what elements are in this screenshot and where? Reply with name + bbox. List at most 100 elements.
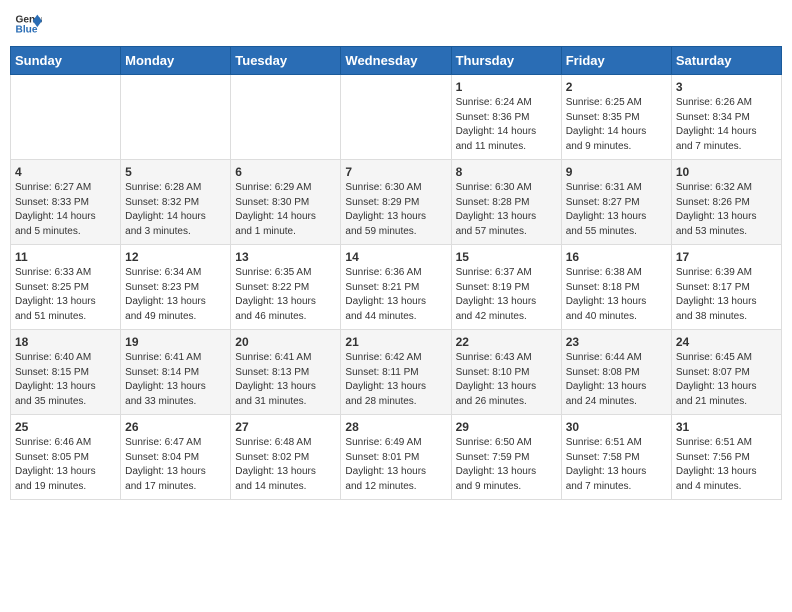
day-number: 3 (676, 80, 777, 94)
calendar-cell: 21 Sunrise: 6:42 AM Sunset: 8:11 PM Dayli… (341, 330, 451, 415)
day-number: 31 (676, 420, 777, 434)
day-info: Sunrise: 6:46 AM Sunset: 8:05 PM Dayligh… (15, 436, 116, 494)
calendar-cell: 28Sunrise: 6:49 AM Sunset: 8:01 PM Dayli… (341, 415, 451, 500)
day-number: 11 (15, 250, 116, 264)
calendar-cell: 24Sunrise: 6:45 AM Sunset: 8:07 PM Dayli… (671, 330, 781, 415)
day-number: 2 (566, 80, 667, 94)
calendar-cell: 4 Sunrise: 6:27 AM Sunset: 8:33 PM Daylig… (11, 160, 121, 245)
calendar-week-2: 4 Sunrise: 6:27 AM Sunset: 8:33 PM Daylig… (11, 160, 782, 245)
weekday-header-thursday: Thursday (451, 47, 561, 75)
day-number: 13 (235, 250, 336, 264)
day-info: Sunrise: 6:44 AM Sunset: 8:08 PM Dayligh… (566, 351, 667, 409)
calendar-cell: 31 Sunrise: 6:51 AM Sunset: 7:56 PM Dayli… (671, 415, 781, 500)
weekday-header-tuesday: Tuesday (231, 47, 341, 75)
calendar-cell: 20 Sunrise: 6:41 AM Sunset: 8:13 PM Dayli… (231, 330, 341, 415)
day-info: Sunrise: 6:30 AM Sunset: 8:29 PM Dayligh… (345, 181, 446, 239)
calendar-cell: 26 Sunrise: 6:47 AM Sunset: 8:04 PM Dayli… (121, 415, 231, 500)
day-info: Sunrise: 6:51 AM Sunset: 7:56 PM Dayligh… (676, 436, 777, 494)
day-info: Sunrise: 6:33 AM Sunset: 8:25 PM Dayligh… (15, 266, 116, 324)
day-number: 28 (345, 420, 446, 434)
day-info: Sunrise: 6:41 AM Sunset: 8:14 PM Dayligh… (125, 351, 226, 409)
calendar-cell: 25 Sunrise: 6:46 AM Sunset: 8:05 PM Dayli… (11, 415, 121, 500)
calendar-table: SundayMondayTuesdayWednesdayThursdayFrid… (10, 46, 782, 500)
calendar-cell: 8 Sunrise: 6:30 AM Sunset: 8:28 PM Daylig… (451, 160, 561, 245)
calendar-cell: 29 Sunrise: 6:50 AM Sunset: 7:59 PM Dayli… (451, 415, 561, 500)
day-number: 17 (676, 250, 777, 264)
logo: General Blue (14, 10, 46, 38)
calendar-week-3: 11 Sunrise: 6:33 AM Sunset: 8:25 PM Dayli… (11, 245, 782, 330)
day-number: 6 (235, 165, 336, 179)
day-info: Sunrise: 6:47 AM Sunset: 8:04 PM Dayligh… (125, 436, 226, 494)
calendar-cell: 5Sunrise: 6:28 AM Sunset: 8:32 PM Daylig… (121, 160, 231, 245)
day-number: 23 (566, 335, 667, 349)
calendar-cell: 17 Sunrise: 6:39 AM Sunset: 8:17 PM Dayli… (671, 245, 781, 330)
calendar-week-5: 25 Sunrise: 6:46 AM Sunset: 8:05 PM Dayli… (11, 415, 782, 500)
day-info: Sunrise: 6:51 AM Sunset: 7:58 PM Dayligh… (566, 436, 667, 494)
day-info: Sunrise: 6:26 AM Sunset: 8:34 PM Dayligh… (676, 96, 777, 154)
calendar-cell: 23 Sunrise: 6:44 AM Sunset: 8:08 PM Dayli… (561, 330, 671, 415)
calendar-cell (231, 75, 341, 160)
day-number: 7 (345, 165, 446, 179)
day-number: 12 (125, 250, 226, 264)
day-number: 20 (235, 335, 336, 349)
calendar-cell: 3 Sunrise: 6:26 AM Sunset: 8:34 PM Daylig… (671, 75, 781, 160)
day-info: Sunrise: 6:36 AM Sunset: 8:21 PM Dayligh… (345, 266, 446, 324)
calendar-cell: 7 Sunrise: 6:30 AM Sunset: 8:29 PM Daylig… (341, 160, 451, 245)
day-info: Sunrise: 6:48 AM Sunset: 8:02 PM Dayligh… (235, 436, 336, 494)
calendar-cell: 14 Sunrise: 6:36 AM Sunset: 8:21 PM Dayli… (341, 245, 451, 330)
weekday-header-friday: Friday (561, 47, 671, 75)
weekday-header-row: SundayMondayTuesdayWednesdayThursdayFrid… (11, 47, 782, 75)
day-number: 4 (15, 165, 116, 179)
page-header: General Blue (10, 10, 782, 38)
day-info: Sunrise: 6:27 AM Sunset: 8:33 PM Dayligh… (15, 181, 116, 239)
weekday-header-monday: Monday (121, 47, 231, 75)
calendar-cell: 13 Sunrise: 6:35 AM Sunset: 8:22 PM Dayli… (231, 245, 341, 330)
calendar-cell: 2 Sunrise: 6:25 AM Sunset: 8:35 PM Daylig… (561, 75, 671, 160)
day-number: 30 (566, 420, 667, 434)
day-info: Sunrise: 6:39 AM Sunset: 8:17 PM Dayligh… (676, 266, 777, 324)
day-info: Sunrise: 6:42 AM Sunset: 8:11 PM Dayligh… (345, 351, 446, 409)
day-number: 21 (345, 335, 446, 349)
day-info: Sunrise: 6:40 AM Sunset: 8:15 PM Dayligh… (15, 351, 116, 409)
day-number: 27 (235, 420, 336, 434)
day-info: Sunrise: 6:50 AM Sunset: 7:59 PM Dayligh… (456, 436, 557, 494)
day-number: 24 (676, 335, 777, 349)
svg-text:Blue: Blue (16, 25, 38, 36)
day-number: 10 (676, 165, 777, 179)
day-number: 14 (345, 250, 446, 264)
day-number: 5 (125, 165, 226, 179)
day-number: 9 (566, 165, 667, 179)
calendar-cell: 12 Sunrise: 6:34 AM Sunset: 8:23 PM Dayli… (121, 245, 231, 330)
day-info: Sunrise: 6:24 AM Sunset: 8:36 PM Dayligh… (456, 96, 557, 154)
day-info: Sunrise: 6:32 AM Sunset: 8:26 PM Dayligh… (676, 181, 777, 239)
calendar-cell: 22 Sunrise: 6:43 AM Sunset: 8:10 PM Dayli… (451, 330, 561, 415)
day-info: Sunrise: 6:38 AM Sunset: 8:18 PM Dayligh… (566, 266, 667, 324)
weekday-header-wednesday: Wednesday (341, 47, 451, 75)
day-info: Sunrise: 6:43 AM Sunset: 8:10 PM Dayligh… (456, 351, 557, 409)
weekday-header-saturday: Saturday (671, 47, 781, 75)
day-number: 25 (15, 420, 116, 434)
day-info: Sunrise: 6:41 AM Sunset: 8:13 PM Dayligh… (235, 351, 336, 409)
calendar-cell (341, 75, 451, 160)
day-number: 8 (456, 165, 557, 179)
calendar-cell (11, 75, 121, 160)
day-info: Sunrise: 6:31 AM Sunset: 8:27 PM Dayligh… (566, 181, 667, 239)
weekday-header-sunday: Sunday (11, 47, 121, 75)
calendar-cell: 11 Sunrise: 6:33 AM Sunset: 8:25 PM Dayli… (11, 245, 121, 330)
day-info: Sunrise: 6:30 AM Sunset: 8:28 PM Dayligh… (456, 181, 557, 239)
day-info: Sunrise: 6:25 AM Sunset: 8:35 PM Dayligh… (566, 96, 667, 154)
calendar-cell: 16Sunrise: 6:38 AM Sunset: 8:18 PM Dayli… (561, 245, 671, 330)
day-number: 22 (456, 335, 557, 349)
day-number: 29 (456, 420, 557, 434)
day-number: 15 (456, 250, 557, 264)
day-info: Sunrise: 6:34 AM Sunset: 8:23 PM Dayligh… (125, 266, 226, 324)
calendar-cell: 10 Sunrise: 6:32 AM Sunset: 8:26 PM Dayli… (671, 160, 781, 245)
day-info: Sunrise: 6:35 AM Sunset: 8:22 PM Dayligh… (235, 266, 336, 324)
calendar-cell: 27 Sunrise: 6:48 AM Sunset: 8:02 PM Dayli… (231, 415, 341, 500)
day-number: 26 (125, 420, 226, 434)
calendar-cell: 6 Sunrise: 6:29 AM Sunset: 8:30 PM Daylig… (231, 160, 341, 245)
day-number: 18 (15, 335, 116, 349)
calendar-week-1: 1Sunrise: 6:24 AM Sunset: 8:36 PM Daylig… (11, 75, 782, 160)
day-info: Sunrise: 6:29 AM Sunset: 8:30 PM Dayligh… (235, 181, 336, 239)
calendar-cell: 1Sunrise: 6:24 AM Sunset: 8:36 PM Daylig… (451, 75, 561, 160)
